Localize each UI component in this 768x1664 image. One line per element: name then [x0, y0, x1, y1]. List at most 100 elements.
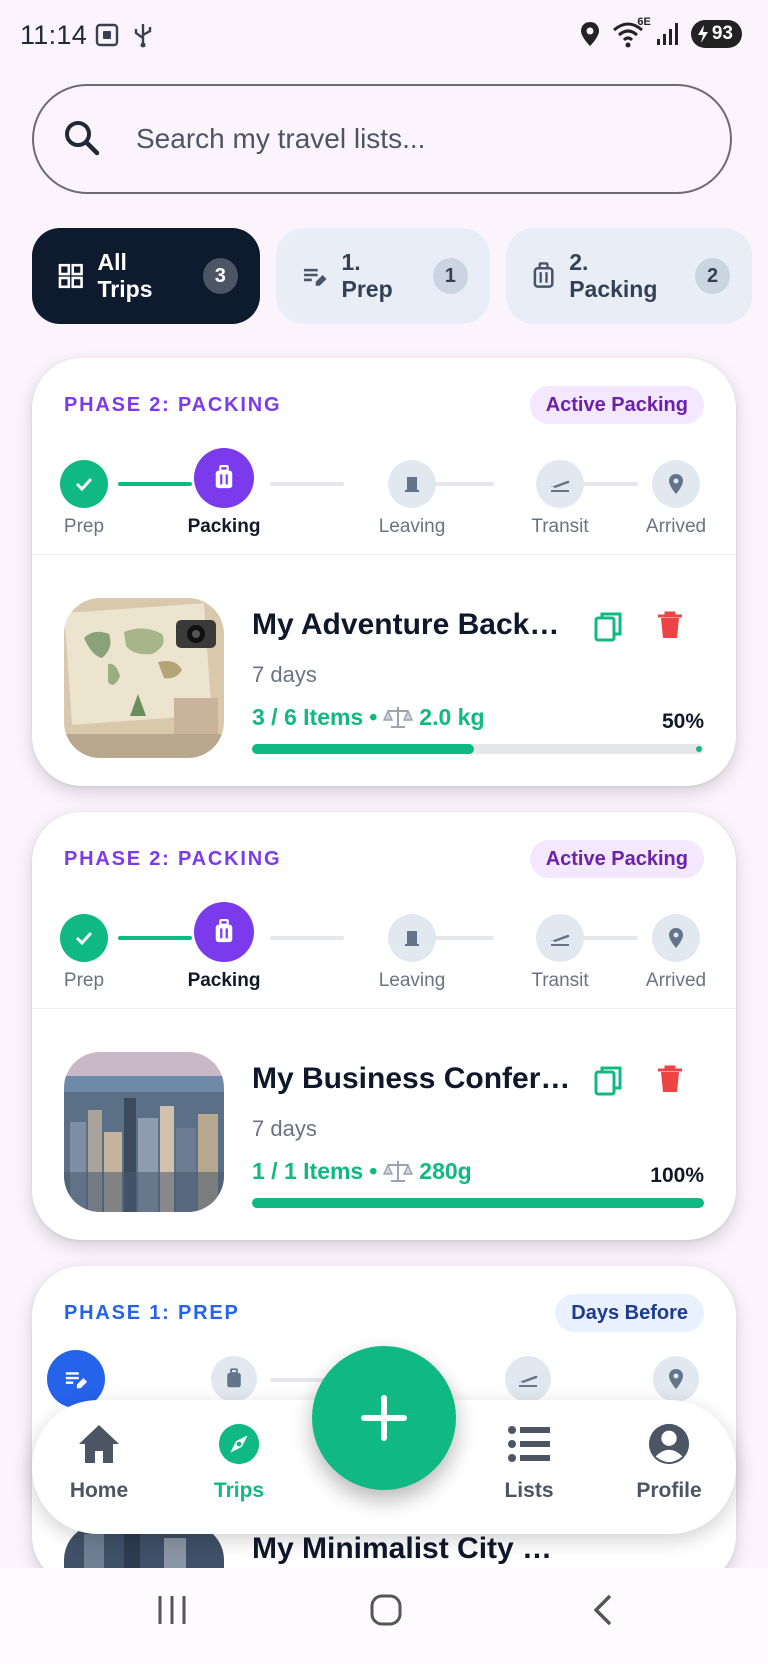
- step-prep: Prep: [50, 460, 118, 538]
- system-navigation-bar: [0, 1568, 768, 1664]
- copy-icon[interactable]: [592, 1064, 624, 1098]
- nav-lists[interactable]: Lists: [474, 1422, 584, 1503]
- step-prep: Prep: [50, 914, 118, 992]
- step-label: Transit: [531, 516, 589, 537]
- network-type-label: 6E: [637, 16, 651, 28]
- chip-label: All Trips: [97, 249, 153, 302]
- nav-home[interactable]: Home: [44, 1422, 154, 1503]
- step-label: Prep: [63, 970, 105, 991]
- search-bar[interactable]: [32, 84, 732, 194]
- trip-title[interactable]: My Adventure Backpa...: [252, 608, 572, 642]
- location-icon: [580, 22, 599, 46]
- nav-label: Lists: [504, 1479, 554, 1502]
- phase-stepper: Prep Packing Leaving Transit Arrived: [32, 438, 736, 548]
- status-time: 11:14: [20, 20, 88, 50]
- scale-icon: [383, 706, 414, 728]
- step-label: Prep: [63, 516, 105, 537]
- trip-stats: 1 / 1 Items • 280g: [252, 1158, 472, 1184]
- check-icon: [75, 477, 93, 492]
- profile-icon: [648, 1423, 690, 1465]
- status-badge: Active Packing: [529, 386, 704, 424]
- luggage-icon: [227, 1368, 241, 1388]
- list-icon: [508, 1426, 550, 1462]
- home-button-icon[interactable]: [368, 1592, 404, 1628]
- usb-icon: [134, 24, 152, 48]
- step-transit: Transit: [510, 460, 610, 538]
- step-arrived: Arrived: [626, 460, 726, 538]
- back-icon[interactable]: [586, 1592, 622, 1628]
- phase-stepper: Prep Packing Leaving Transit Arrived: [32, 892, 736, 1002]
- trip-thumbnail: [64, 1052, 224, 1212]
- status-bar: 11:14 6E 93: [0, 0, 768, 72]
- chip-packing[interactable]: 2. Packing 2: [506, 228, 752, 324]
- progress-fill: [252, 744, 474, 754]
- step-transit: [504, 1356, 552, 1402]
- phase-label: PHASE 1: PREP: [64, 1302, 240, 1324]
- plane-takeoff-icon: [551, 934, 570, 946]
- scale-icon: [383, 1160, 414, 1182]
- chip-prep[interactable]: 1. Prep 1: [276, 228, 490, 324]
- trip-title[interactable]: My Minimalist City Br...: [252, 1532, 572, 1566]
- step-arrived: Arrived: [626, 914, 726, 992]
- nav-trips[interactable]: Trips: [184, 1422, 294, 1503]
- luggage-icon: [215, 918, 233, 943]
- trip-card[interactable]: PHASE 2: PACKING Active Packing Prep Pac…: [32, 358, 736, 786]
- progress-percent: 100%: [650, 1164, 704, 1187]
- add-trip-button[interactable]: [312, 1346, 456, 1490]
- step-packing: [210, 1356, 258, 1402]
- progress-bar: [252, 1198, 704, 1208]
- grid-icon: [58, 263, 83, 289]
- chip-label: 1. Prep: [341, 249, 393, 302]
- location-pin-icon: [669, 1369, 683, 1389]
- step-packing: Packing: [170, 448, 278, 538]
- recent-apps-icon[interactable]: [154, 1592, 190, 1628]
- location-pin-icon: [669, 474, 683, 494]
- step-leaving: Leaving: [362, 460, 462, 538]
- nav-profile[interactable]: Profile: [614, 1422, 724, 1503]
- chip-count: 3: [202, 258, 238, 294]
- copy-icon[interactable]: [592, 610, 624, 644]
- phase-label: PHASE 2: PACKING: [64, 848, 282, 870]
- trip-weight: 280g: [419, 1158, 472, 1184]
- progress-percent: 50%: [661, 710, 704, 733]
- filter-chips: All Trips 3 1. Prep 1 2. Packing 2: [32, 228, 768, 326]
- chip-label: 2. Packing: [569, 249, 658, 302]
- door-icon: [405, 477, 419, 492]
- luggage-icon: [215, 464, 233, 489]
- nav-label: Profile: [636, 1479, 702, 1502]
- progress-fill: [252, 1198, 704, 1208]
- divider: [32, 554, 736, 555]
- nav-label: Trips: [213, 1479, 265, 1502]
- trip-stats: 3 / 6 Items • 2.0 kg: [252, 704, 485, 730]
- status-badge: Days Before: [555, 1294, 704, 1332]
- items-count: 3 / 6 Items: [252, 704, 364, 730]
- trip-card[interactable]: PHASE 2: PACKING Active Packing Prep Pac…: [32, 812, 736, 1240]
- trip-duration: 7 days: [252, 662, 317, 687]
- battery-level: 93: [711, 23, 733, 44]
- trip-title[interactable]: My Business Confere...: [252, 1062, 572, 1096]
- charging-icon: [697, 25, 708, 43]
- step-label: Leaving: [378, 516, 446, 537]
- items-count: 1 / 1 Items: [252, 1158, 364, 1184]
- step-label: Arrived: [645, 516, 707, 537]
- delete-icon[interactable]: [656, 610, 684, 640]
- step-label: Transit: [531, 970, 589, 991]
- trip-weight: 2.0 kg: [419, 704, 485, 730]
- step-leaving: Leaving: [362, 914, 462, 992]
- wifi-icon: 6E: [611, 16, 651, 48]
- check-icon: [75, 931, 93, 946]
- search-input[interactable]: [134, 116, 698, 162]
- progress-bar: [252, 744, 704, 754]
- divider: [32, 1008, 736, 1009]
- door-icon: [405, 931, 419, 946]
- delete-icon[interactable]: [656, 1064, 684, 1094]
- status-badge: Active Packing: [529, 840, 704, 878]
- luggage-icon: [533, 262, 554, 288]
- chip-count: 1: [432, 258, 468, 294]
- compass-icon: [218, 1423, 260, 1465]
- plane-takeoff-icon: [551, 480, 570, 492]
- battery-indicator: 93: [690, 20, 742, 48]
- chip-all-trips[interactable]: All Trips 3: [32, 228, 260, 324]
- plane-takeoff-icon: [519, 1375, 538, 1387]
- location-pin-icon: [669, 928, 683, 948]
